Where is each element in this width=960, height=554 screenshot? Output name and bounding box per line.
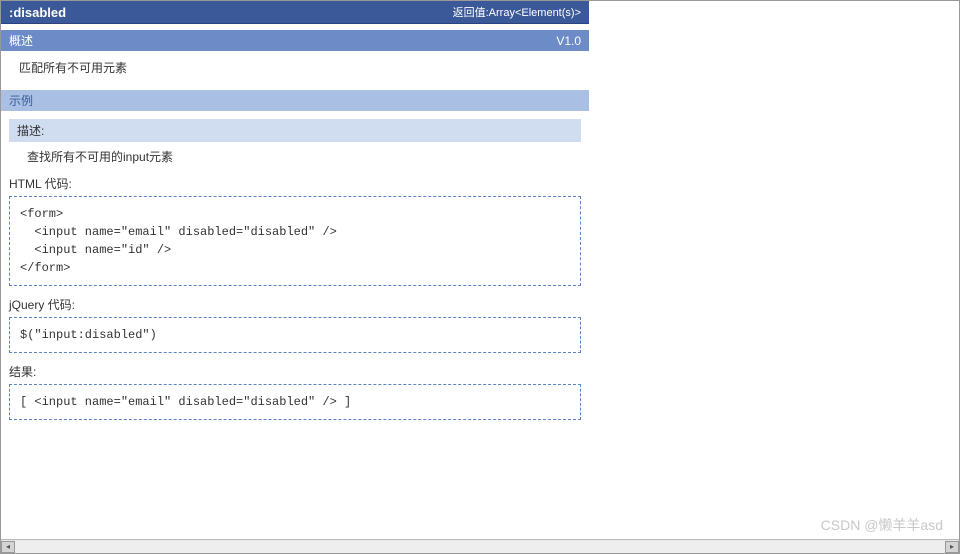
html-code-box: <form> <input name="email" disabled="dis…: [9, 196, 581, 286]
jquery-code-label: jQuery 代码:: [9, 296, 581, 313]
overview-header-label: 概述: [9, 32, 33, 49]
result-box: [ <input name="email" disabled="disabled…: [9, 384, 581, 420]
watermark: CSDN @懒羊羊asd: [821, 515, 943, 535]
title-bar: :disabled 返回值:Array<Element(s)>: [1, 1, 589, 24]
html-code-label: HTML 代码:: [9, 175, 581, 192]
description-header: 描述:: [9, 119, 581, 142]
horizontal-scrollbar[interactable]: ◂ ▸: [1, 539, 959, 553]
overview-text: 匹配所有不可用元素: [1, 51, 589, 84]
description-text: 查找所有不可用的input元素: [9, 142, 581, 171]
overview-header: 概述 V1.0: [1, 30, 589, 51]
scroll-left-icon[interactable]: ◂: [1, 541, 15, 553]
jquery-code-box: $("input:disabled"): [9, 317, 581, 353]
return-type: 返回值:Array<Element(s)>: [453, 4, 581, 20]
selector-name: :disabled: [9, 5, 66, 20]
example-header: 示例: [1, 90, 589, 111]
result-label: 结果:: [9, 363, 581, 380]
overview-version: V1.0: [556, 34, 581, 48]
example-header-label: 示例: [9, 92, 33, 109]
scroll-right-icon[interactable]: ▸: [945, 541, 959, 553]
scroll-track[interactable]: [15, 541, 945, 553]
